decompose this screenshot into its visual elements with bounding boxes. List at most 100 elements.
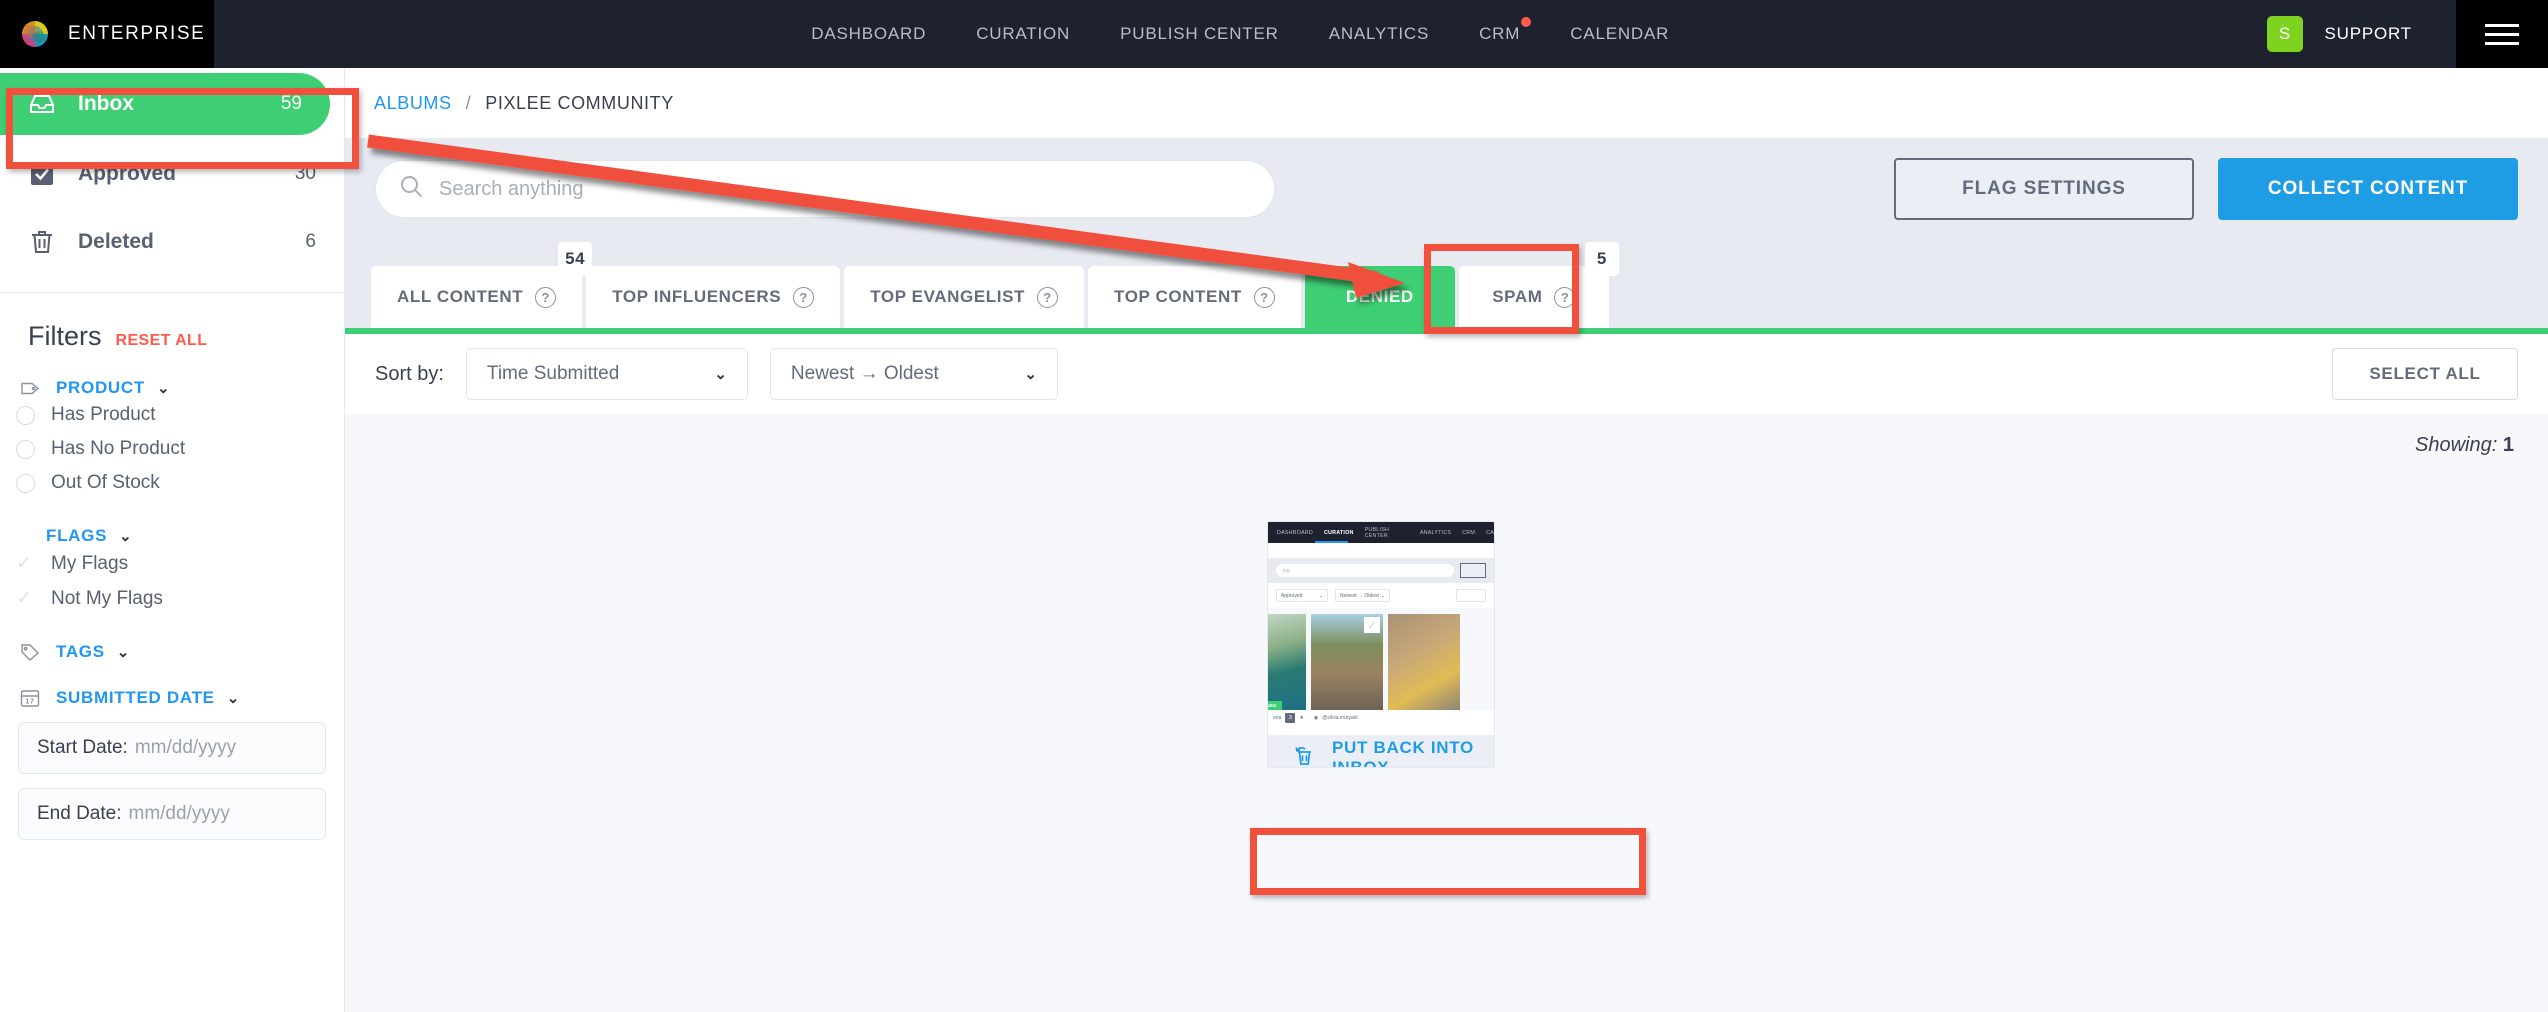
search-icon — [400, 175, 423, 203]
nav-curation-label: CURATION — [976, 24, 1070, 43]
tab-top-evangelist[interactable]: TOP EVANGELIST ? — [844, 266, 1084, 328]
nav-curation[interactable]: CURATION — [976, 24, 1070, 44]
card-inner-nav-crm: CRM — [1462, 530, 1475, 536]
help-icon[interactable]: ? — [1037, 287, 1058, 308]
card-inner-sort-field: Approved⌄ — [1276, 589, 1328, 602]
tab-top-influencers[interactable]: TOP INFLUENCERS ? — [586, 266, 840, 328]
sidebar-item-deleted-count: 6 — [305, 231, 316, 253]
filter-option-my-flags-label: My Flags — [51, 553, 128, 575]
svg-text:17: 17 — [25, 699, 34, 706]
card-inner-search-toolbar: ing — [1268, 558, 1494, 583]
card-inner-nav-underline — [1315, 541, 1348, 544]
help-icon[interactable]: ? — [535, 287, 556, 308]
card-footer-gap — [1268, 725, 1494, 735]
nav-analytics-label: ANALYTICS — [1329, 24, 1429, 43]
card-inner-nav-dashboard: DASHBOARD — [1277, 530, 1313, 536]
nav-calendar[interactable]: CALENDAR — [1570, 24, 1669, 44]
tab-spam[interactable]: SPAM ? 5 — [1459, 266, 1609, 328]
nav-publish-center[interactable]: PUBLISH CENTER — [1120, 24, 1279, 44]
brand-block[interactable]: ENTERPRISE — [0, 0, 214, 68]
filter-group-flags-header[interactable]: FLAGS ⌄ — [0, 526, 344, 546]
sidebar-item-deleted[interactable]: Deleted 6 — [0, 208, 344, 276]
start-date-field[interactable]: Start Date: mm/dd/yyyy — [18, 722, 326, 774]
nav-dashboard[interactable]: DASHBOARD — [811, 24, 926, 44]
chevron-down-icon: ⌄ — [1024, 365, 1037, 383]
breadcrumb-albums-link[interactable]: ALBUMS — [374, 93, 452, 114]
star-icon: ★ — [1299, 715, 1303, 721]
main-panel: ALBUMS / PIXLEE COMMUNITY FLAG SETTINGS … — [345, 68, 2548, 1012]
filter-group-product-header[interactable]: PRODUCT ⌄ — [0, 378, 344, 398]
card-inner-breadcrumb — [1268, 543, 1494, 558]
filter-option-has-product-label: Has Product — [51, 404, 156, 426]
card-inner-button — [1460, 563, 1486, 578]
help-icon[interactable]: ? — [1254, 287, 1275, 308]
reset-all-button[interactable]: RESET ALL — [116, 332, 208, 350]
card-thumbnail-nav: DASHBOARD CURATION PUBLISH CENTER ANALYT… — [1268, 522, 1494, 543]
filter-option-has-product[interactable]: Has Product — [0, 398, 344, 432]
radio-icon — [16, 474, 35, 493]
collect-content-button[interactable]: COLLECT CONTENT — [2218, 158, 2518, 220]
search-box[interactable] — [375, 160, 1275, 218]
sidebar-item-approved[interactable]: Approved 30 — [0, 140, 344, 208]
filter-group-submitted-date: 17 SUBMITTED DATE ⌄ Start Date: mm/dd/yy… — [0, 662, 344, 840]
filter-option-has-no-product-label: Has No Product — [51, 438, 185, 460]
filter-option-not-my-flags-label: Not My Flags — [51, 588, 163, 610]
sort-toolbar: Sort by: Time Submitted ⌄ Newest → Oldes… — [345, 334, 2548, 414]
chevron-down-icon: ⌄ — [227, 689, 240, 707]
check-square-icon — [28, 162, 56, 186]
filter-group-tags: TAGS ⌄ — [0, 616, 344, 662]
sort-field-select[interactable]: Time Submitted ⌄ — [466, 348, 748, 400]
content-card[interactable]: DASHBOARD CURATION PUBLISH CENTER ANALYT… — [1267, 521, 1495, 768]
tab-denied[interactable]: DENIED — [1305, 266, 1455, 328]
search-toolbar: FLAG SETTINGS COLLECT CONTENT — [345, 138, 2548, 240]
tab-all-content[interactable]: ALL CONTENT ? 54 — [371, 266, 582, 328]
card-inner-sort-toolbar: Approved⌄ Newest → Oldest⌄ — [1268, 583, 1494, 608]
trash-icon — [28, 230, 56, 254]
hamburger-menu-icon[interactable] — [2456, 0, 2548, 68]
filter-option-has-no-product[interactable]: Has No Product — [0, 432, 344, 466]
flag-settings-button[interactable]: FLAG SETTINGS — [1894, 158, 2194, 220]
help-icon[interactable]: ? — [793, 287, 814, 308]
card-inner-select-all — [1456, 589, 1486, 602]
instagram-icon: ◉ — [1314, 715, 1318, 721]
sort-order-select[interactable]: Newest → Oldest ⌄ — [770, 348, 1058, 400]
inbox-icon — [28, 93, 56, 115]
radio-icon — [16, 440, 35, 459]
put-back-into-inbox-label: PUT BACK INTO INBOX — [1332, 738, 1494, 768]
filter-group-submitted-date-header[interactable]: 17 SUBMITTED DATE ⌄ — [0, 688, 344, 708]
sidebar-item-deleted-label: Deleted — [78, 230, 154, 254]
tab-top-influencers-label: TOP INFLUENCERS — [612, 287, 781, 307]
tab-denied-label: DENIED — [1346, 287, 1414, 307]
nav-crm[interactable]: CRM — [1479, 24, 1520, 44]
sidebar-item-inbox[interactable]: Inbox 59 — [0, 73, 330, 135]
tab-spam-label: SPAM — [1492, 287, 1542, 307]
card-inner-tile-count: 3 — [1285, 713, 1295, 723]
tab-bar: ALL CONTENT ? 54 TOP INFLUENCERS ? TOP E… — [345, 240, 2548, 328]
search-input[interactable] — [439, 178, 1250, 201]
put-back-into-inbox-button[interactable]: PUT BACK INTO INBOX — [1268, 735, 1494, 768]
nav-analytics[interactable]: ANALYTICS — [1329, 24, 1429, 44]
check-icon: ✓ — [16, 587, 35, 610]
filter-group-product-label: PRODUCT — [56, 378, 145, 398]
avatar[interactable]: S — [2267, 16, 2303, 52]
sidebar-item-inbox-count: 59 — [281, 93, 302, 115]
filter-option-out-of-stock[interactable]: Out Of Stock — [0, 466, 344, 500]
nav-crm-label: CRM — [1479, 24, 1520, 43]
filter-group-tags-header[interactable]: TAGS ⌄ — [0, 642, 344, 662]
sort-order-value: Newest → Oldest — [791, 363, 939, 385]
burger-line — [2485, 42, 2519, 45]
filter-group-flags-label: FLAGS — [46, 526, 107, 546]
help-icon[interactable]: ? — [1554, 287, 1575, 308]
filter-option-not-my-flags[interactable]: ✓ Not My Flags — [0, 581, 344, 616]
burger-line — [2485, 24, 2519, 27]
card-inner-tile-meta: ena 3 ★ ◉ @silvia.muryadi — [1268, 710, 1494, 725]
support-link[interactable]: SUPPORT — [2325, 24, 2412, 44]
showing-value: 1 — [2503, 434, 2514, 456]
end-date-field[interactable]: End Date: mm/dd/yyyy — [18, 788, 326, 840]
chevron-down-icon: ⌄ — [119, 527, 132, 545]
card-inner-tile — [1388, 614, 1460, 710]
tab-top-evangelist-label: TOP EVANGELIST — [870, 287, 1025, 307]
tab-top-content[interactable]: TOP CONTENT ? — [1088, 266, 1301, 328]
filter-option-my-flags[interactable]: ✓ My Flags — [0, 546, 344, 581]
select-all-button[interactable]: SELECT ALL — [2332, 348, 2518, 400]
